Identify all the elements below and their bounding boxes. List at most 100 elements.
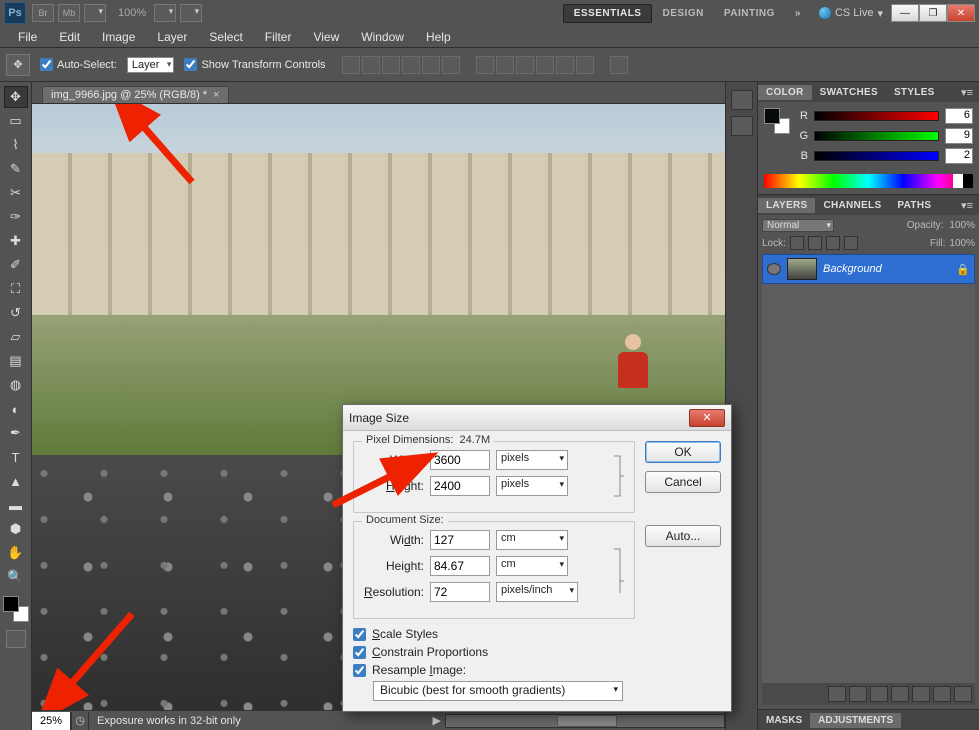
menu-select[interactable]: Select — [199, 28, 252, 46]
r-value[interactable]: 6 — [945, 108, 973, 124]
zoom-tool[interactable]: 🔍 — [4, 566, 28, 588]
window-close[interactable]: ✕ — [947, 4, 975, 22]
pen-tool[interactable]: ✒ — [4, 422, 28, 444]
ok-button[interactable]: OK — [645, 441, 721, 463]
workspace-essentials[interactable]: ESSENTIALS — [563, 4, 653, 23]
path-select-tool[interactable]: ▲ — [4, 470, 28, 492]
history-brush-tool[interactable]: ↺ — [4, 302, 28, 324]
resolution-input[interactable] — [430, 582, 490, 602]
marquee-tool[interactable]: ▭ — [4, 110, 28, 132]
opacity-value[interactable]: 100% — [949, 220, 975, 231]
distribute-icon[interactable] — [556, 56, 574, 74]
doc-height-unit[interactable]: cm — [496, 556, 568, 576]
move-tool[interactable]: ✥ — [4, 86, 28, 108]
stamp-tool[interactable]: ⛶ — [4, 278, 28, 300]
layer-background[interactable]: Background 🔒 — [762, 254, 975, 284]
link-layers-icon[interactable] — [828, 686, 846, 702]
color-ramp[interactable] — [764, 174, 973, 188]
lock-transparency-icon[interactable] — [790, 236, 804, 250]
align-icon[interactable] — [382, 56, 400, 74]
mask-icon[interactable] — [870, 686, 888, 702]
group-icon[interactable] — [912, 686, 930, 702]
tab-color[interactable]: COLOR — [758, 85, 812, 100]
horizontal-scrollbar[interactable] — [445, 714, 725, 728]
auto-select-checkbox[interactable]: Auto-Select: — [40, 58, 117, 71]
healing-tool[interactable]: ✚ — [4, 230, 28, 252]
cancel-button[interactable]: Cancel — [645, 471, 721, 493]
workspace-painting[interactable]: PAINTING — [714, 5, 785, 22]
tab-paths[interactable]: PATHS — [889, 198, 939, 213]
px-width-unit[interactable]: pixels — [496, 450, 568, 470]
align-icon[interactable] — [342, 56, 360, 74]
lock-pixels-icon[interactable] — [808, 236, 822, 250]
brush-tool[interactable]: ✐ — [4, 254, 28, 276]
distribute-icon[interactable] — [536, 56, 554, 74]
collapsed-panel-icon[interactable] — [731, 90, 753, 110]
window-minimize[interactable]: — — [891, 4, 919, 22]
auto-align-icon[interactable] — [610, 56, 628, 74]
px-height-unit[interactable]: pixels — [496, 476, 568, 496]
status-menu-icon[interactable]: ◷ — [71, 712, 89, 730]
b-slider[interactable] — [814, 151, 939, 161]
px-width-input[interactable] — [430, 450, 490, 470]
foreground-background-swatch[interactable] — [3, 596, 29, 622]
gradient-tool[interactable]: ▤ — [4, 350, 28, 372]
dialog-close-button[interactable]: ✕ — [689, 409, 725, 427]
menu-edit[interactable]: Edit — [49, 28, 90, 46]
menu-view[interactable]: View — [303, 28, 349, 46]
resample-image-checkbox[interactable]: Resample Image: — [353, 663, 635, 677]
shape-tool[interactable]: ▬ — [4, 494, 28, 516]
menu-file[interactable]: File — [8, 28, 47, 46]
hand-tool[interactable]: ✋ — [4, 542, 28, 564]
minibridge-button[interactable]: Mb — [58, 4, 80, 22]
current-tool-icon[interactable]: ✥ — [6, 54, 30, 76]
panel-menu-icon[interactable]: ▾≡ — [955, 199, 979, 212]
eyedropper-tool[interactable]: ✑ — [4, 206, 28, 228]
g-value[interactable]: 9 — [945, 128, 973, 144]
auto-select-target[interactable]: Layer — [127, 57, 175, 73]
distribute-icon[interactable] — [576, 56, 594, 74]
workspace-more[interactable]: » — [785, 5, 811, 22]
crop-tool[interactable]: ✂ — [4, 182, 28, 204]
fill-value[interactable]: 100% — [949, 238, 975, 249]
blur-tool[interactable]: ◍ — [4, 374, 28, 396]
document-tab[interactable]: img_9966.jpg @ 25% (RGB/8) * × — [42, 86, 229, 103]
dodge-tool[interactable]: ◐ — [4, 398, 28, 420]
tab-layers[interactable]: LAYERS — [758, 198, 815, 213]
lasso-tool[interactable]: ⌇ — [4, 134, 28, 156]
fx-icon[interactable] — [849, 686, 867, 702]
visibility-icon[interactable] — [767, 263, 781, 275]
eraser-tool[interactable]: ▱ — [4, 326, 28, 348]
workspace-design[interactable]: DESIGN — [652, 5, 713, 22]
distribute-icon[interactable] — [516, 56, 534, 74]
resolution-unit[interactable]: pixels/inch — [496, 582, 578, 602]
screen-mode-dropdown[interactable] — [84, 4, 106, 22]
doc-height-input[interactable] — [430, 556, 490, 576]
new-layer-icon[interactable] — [933, 686, 951, 702]
align-icon[interactable] — [362, 56, 380, 74]
adjustment-icon[interactable] — [891, 686, 909, 702]
r-slider[interactable] — [814, 111, 939, 121]
tab-swatches[interactable]: SWATCHES — [812, 85, 886, 100]
distribute-icon[interactable] — [496, 56, 514, 74]
lock-position-icon[interactable] — [826, 236, 840, 250]
lock-all-icon[interactable] — [844, 236, 858, 250]
px-height-input[interactable] — [430, 476, 490, 496]
menu-window[interactable]: Window — [351, 28, 414, 46]
collapsed-panel-icon[interactable] — [731, 116, 753, 136]
cs-live-button[interactable]: CS Live ▾ — [819, 7, 883, 20]
distribute-icon[interactable] — [476, 56, 494, 74]
menu-filter[interactable]: Filter — [255, 28, 302, 46]
3d-tool[interactable]: ⬢ — [4, 518, 28, 540]
auto-button[interactable]: Auto... — [645, 525, 721, 547]
blend-mode-select[interactable]: Normal — [762, 219, 834, 232]
status-arrow-icon[interactable]: ▶ — [429, 714, 445, 727]
extras-dropdown[interactable] — [180, 4, 202, 22]
constrain-proportions-checkbox[interactable]: Constrain Proportions — [353, 645, 635, 659]
quick-mask-toggle[interactable] — [6, 630, 26, 648]
tab-channels[interactable]: CHANNELS — [815, 198, 889, 213]
align-icon[interactable] — [422, 56, 440, 74]
status-zoom[interactable]: 25% — [32, 712, 71, 730]
align-icon[interactable] — [442, 56, 460, 74]
show-transform-checkbox[interactable]: Show Transform Controls — [184, 58, 325, 71]
